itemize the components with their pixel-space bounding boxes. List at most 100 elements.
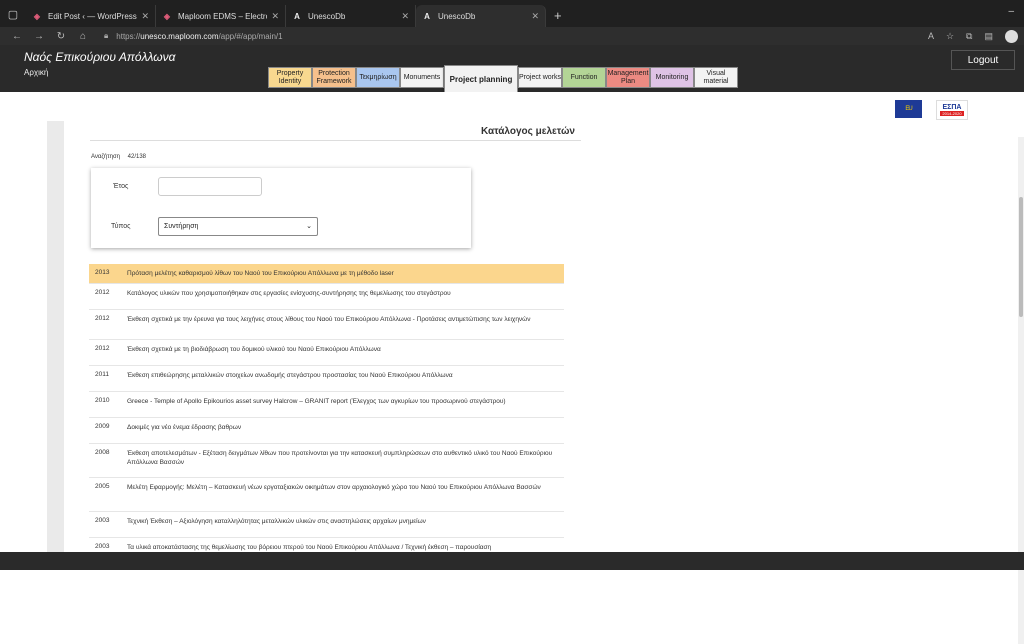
funding-logos: EU ΕΣΠΑ 2014-2020 bbox=[895, 100, 968, 120]
main-content: EU ΕΣΠΑ 2014-2020 Κατάλογος μελετών Αναζ… bbox=[0, 92, 1024, 552]
study-title: Έκθεση επιθεώρησης μεταλλικών στοιχείων … bbox=[127, 371, 564, 391]
study-year: 2008 bbox=[89, 449, 127, 477]
site-header: Ναός Επικούριου Απόλλωνα Αρχική Property… bbox=[0, 45, 1024, 92]
extensions-icon[interactable]: ⧉ bbox=[966, 31, 972, 42]
study-year: 2012 bbox=[89, 315, 127, 339]
scrollbar-thumb[interactable] bbox=[1019, 197, 1023, 317]
study-row[interactable]: 2003Τεχνική Έκθεση – Αξιολόγηση καταλληλ… bbox=[89, 512, 564, 538]
forward-icon[interactable]: → bbox=[28, 31, 50, 42]
espa-logo-years: 2014-2020 bbox=[940, 111, 963, 116]
page-title: Κατάλογος μελετών bbox=[481, 126, 575, 137]
nav-tab-monuments[interactable]: Monuments bbox=[400, 67, 444, 88]
nav-tab-property-identity[interactable]: Property Identity bbox=[268, 67, 312, 88]
espa-logo-text: ΕΣΠΑ bbox=[943, 104, 962, 111]
reload-icon[interactable]: ↻ bbox=[50, 31, 72, 42]
close-tab-icon[interactable]: ✕ bbox=[401, 11, 409, 22]
unesco-icon: A bbox=[422, 11, 432, 21]
tab-actions-icon[interactable]: ▢ bbox=[4, 5, 22, 23]
url-host: unesco.maploom.com bbox=[140, 32, 218, 41]
browser-tab[interactable]: ◈ Maploom EDMS – Electronic Doc ✕ bbox=[156, 5, 286, 27]
url-field[interactable]: 🔒︎ https://unesco.maploom.com/app/#/app/… bbox=[104, 29, 928, 43]
section-tabs: Property IdentityProtection FrameworkΤεκ… bbox=[268, 67, 738, 94]
study-title: Έκθεση σχετικά με την έρευνα για τους λε… bbox=[127, 315, 564, 339]
back-icon[interactable]: ← bbox=[6, 31, 28, 42]
study-year: 2005 bbox=[89, 483, 127, 511]
nav-tab-function[interactable]: Function bbox=[562, 67, 606, 88]
study-row[interactable]: 2012Έκθεση σχετικά με την έρευνα για του… bbox=[89, 310, 564, 340]
study-row[interactable]: 2013Πρόταση μελέτης καθαρισμού λίθων του… bbox=[89, 264, 564, 284]
study-row[interactable]: 2008Έκθεση αποτελεσμάτων - Εξέταση δειγμ… bbox=[89, 444, 564, 478]
tab-strip: ◈Edit Post ‹ — WordPress✕◈Maploom EDMS –… bbox=[26, 5, 546, 27]
lock-icon: 🔒︎ bbox=[104, 31, 108, 41]
nav-tab-visual-material[interactable]: Visual material bbox=[694, 67, 738, 88]
close-tab-icon[interactable]: ✕ bbox=[271, 11, 279, 22]
study-row[interactable]: 2012Κατάλογος υλικών που χρησιμοποιήθηκα… bbox=[89, 284, 564, 310]
title-divider bbox=[90, 140, 581, 141]
browser-tab[interactable]: AUnescoDb✕ bbox=[286, 5, 416, 27]
bottom-bar bbox=[0, 552, 1024, 570]
nav-tab-monitoring[interactable]: Monitoring bbox=[650, 67, 694, 88]
home-icon[interactable]: ⌂ bbox=[72, 31, 94, 42]
close-tab-icon[interactable]: ✕ bbox=[141, 11, 149, 22]
filter-box: Έτος Τύπος Συντήρηση ⌄ bbox=[91, 168, 471, 248]
study-row[interactable]: 2010Greece - Temple of Apollo Epikourios… bbox=[89, 392, 564, 418]
close-tab-icon[interactable]: ✕ bbox=[531, 11, 539, 22]
tab-title: UnescoDb bbox=[438, 12, 527, 21]
study-row[interactable]: 2005Μελέτη Εφαρμογής: Μελέτη – Κατασκευή… bbox=[89, 478, 564, 512]
breadcrumb-home[interactable]: Αρχική bbox=[24, 68, 48, 77]
wordpress-icon: ◈ bbox=[32, 11, 42, 21]
url-prefix: https:// bbox=[116, 32, 140, 41]
study-row[interactable]: 2009Δοκιμές για νέο ένεμα έδρασης βαθρων bbox=[89, 418, 564, 444]
study-year: 2012 bbox=[89, 345, 127, 365]
study-title: Πρόταση μελέτης καθαρισμού λίθων του Ναο… bbox=[127, 269, 564, 283]
study-title: Κατάλογος υλικών που χρησιμοποιήθηκαν στ… bbox=[127, 289, 564, 309]
chevron-down-icon: ⌄ bbox=[306, 222, 312, 230]
study-year: 2010 bbox=[89, 397, 127, 417]
study-year: 2011 bbox=[89, 371, 127, 391]
read-aloud-icon[interactable]: A bbox=[928, 31, 934, 41]
study-year: 2012 bbox=[89, 289, 127, 309]
type-select[interactable]: Συντήρηση ⌄ bbox=[158, 217, 318, 236]
studies-list: 2013Πρόταση μελέτης καθαρισμού λίθων του… bbox=[89, 264, 564, 558]
studies-panel: Κατάλογος μελετών Αναζήτηση 42/138 Έτος … bbox=[47, 121, 581, 553]
study-year: 2009 bbox=[89, 423, 127, 443]
collections-icon[interactable]: ▤ bbox=[984, 31, 993, 42]
site-title: Ναός Επικούριου Απόλλωνα bbox=[24, 50, 175, 64]
tab-title: UnescoDb bbox=[308, 12, 397, 21]
profile-avatar[interactable] bbox=[1005, 30, 1018, 43]
nav-tab-protection-framework[interactable]: Protection Framework bbox=[312, 67, 356, 88]
nav-tab-management-plan[interactable]: Management Plan bbox=[606, 67, 650, 88]
favorite-icon[interactable]: ☆ bbox=[946, 31, 954, 42]
study-title: Τεχνική Έκθεση – Αξιολόγηση καταλληλότητ… bbox=[127, 517, 564, 537]
minimize-icon[interactable]: – bbox=[1008, 6, 1014, 17]
address-bar: ← → ↻ ⌂ 🔒︎ https://unesco.maploom.com/ap… bbox=[0, 27, 1024, 45]
logout-button[interactable]: Logout bbox=[951, 50, 1015, 70]
type-select-value: Συντήρηση bbox=[164, 223, 198, 230]
new-tab-icon[interactable]: + bbox=[554, 8, 562, 23]
browser-tab[interactable]: ◈Edit Post ‹ — WordPress✕ bbox=[26, 5, 156, 27]
year-label: Έτος bbox=[113, 183, 128, 190]
year-input[interactable] bbox=[158, 177, 262, 196]
browser-tab[interactable]: A UnescoDb ✕ bbox=[416, 5, 546, 27]
url-path: /app/#/app/main/1 bbox=[219, 32, 283, 41]
study-title: Έκθεση αποτελεσμάτων - Εξέταση δειγμάτων… bbox=[127, 449, 564, 477]
browser-tools: A ☆ ⧉ ▤ bbox=[928, 30, 1018, 43]
study-year: 2013 bbox=[89, 269, 127, 283]
search-label: Αναζήτηση bbox=[91, 154, 120, 160]
window-controls: – bbox=[1008, 6, 1014, 17]
maploom-icon: ◈ bbox=[162, 11, 172, 21]
search-count: 42/138 bbox=[128, 154, 146, 160]
study-row[interactable]: 2011Έκθεση επιθεώρησης μεταλλικών στοιχε… bbox=[89, 366, 564, 392]
study-year: 2003 bbox=[89, 517, 127, 537]
nav-tab-project-works[interactable]: Project works bbox=[518, 67, 562, 88]
espa-logo: ΕΣΠΑ 2014-2020 bbox=[936, 100, 968, 120]
type-label: Τύπος bbox=[111, 223, 131, 230]
study-row[interactable]: 2012Έκθεση σχετικά με τη βιοδιάβρωση του… bbox=[89, 340, 564, 366]
nav-tab-τεκμηρίωση[interactable]: Τεκμηρίωση bbox=[356, 67, 400, 88]
tab-title: Maploom EDMS – Electronic Doc bbox=[178, 12, 267, 21]
eu-flag-logo: EU bbox=[895, 100, 922, 118]
nav-tab-project-planning[interactable]: Project planning bbox=[444, 65, 518, 94]
study-title: Μελέτη Εφαρμογής: Μελέτη – Κατασκευή νέω… bbox=[127, 483, 564, 511]
study-title: Δοκιμές για νέο ένεμα έδρασης βαθρων bbox=[127, 423, 564, 443]
study-title: Greece - Temple of Apollo Epikourios ass… bbox=[127, 397, 564, 417]
